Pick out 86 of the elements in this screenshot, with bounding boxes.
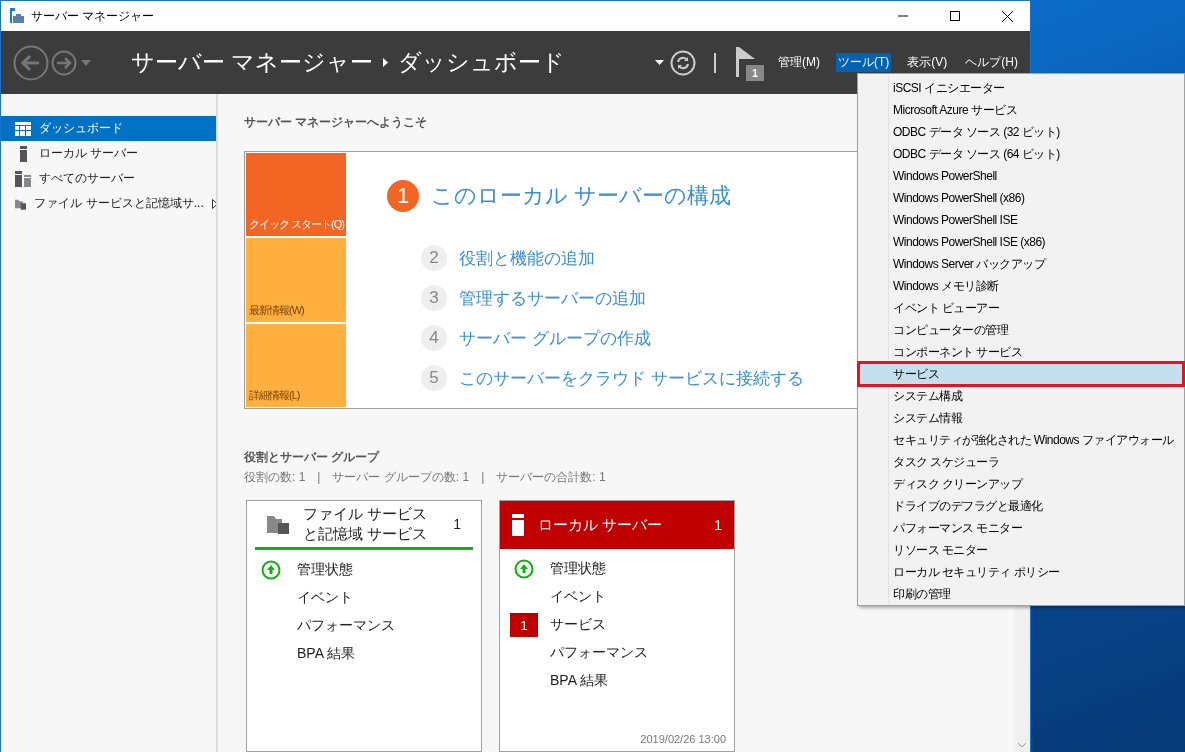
back-button[interactable] [13, 44, 49, 81]
sidebar-item[interactable]: すべてのサーバー [1, 166, 216, 191]
menu-item[interactable]: システム構成 [859, 385, 1183, 407]
role-card-count: 1 [453, 516, 461, 532]
step-link[interactable]: このサーバーをクラウド サービスに接続する [459, 366, 804, 390]
role-card-item[interactable]: イベント [550, 588, 606, 606]
step-number: 5 [421, 365, 447, 391]
roles-summary: 役割の数: 1 | サーバー グループの数: 1 | サーバーの合計数: 1 [244, 469, 606, 486]
menu-item[interactable]: コンピューターの管理 [859, 319, 1183, 341]
step-link[interactable]: 役割と機能の追加 [459, 246, 595, 270]
menu-item[interactable]: リソース モニター [859, 539, 1183, 561]
dashboard-grid-icon [15, 121, 31, 136]
role-card-item[interactable]: パフォーマンス [297, 617, 395, 635]
step-number: 2 [421, 245, 447, 271]
menu-item[interactable]: Windows メモリ診断 [859, 275, 1183, 297]
menu-item[interactable]: ODBC データ ソース (32 ビット) [859, 121, 1183, 143]
folder-icon [267, 514, 289, 534]
role-card-item[interactable]: BPA 結果 [550, 672, 609, 690]
sidebar-item-label: ファイル サービスと記憶域サ... [34, 195, 204, 212]
role-card-count: 1 [714, 517, 722, 533]
menu-bar-item[interactable]: ツール(T) [836, 53, 892, 72]
servers-icon [15, 170, 31, 187]
welcome-title: サーバー マネージャーへようこそ [244, 114, 428, 131]
dropdown-button[interactable] [655, 60, 664, 65]
roles-title: 役割とサーバー グループ [244, 449, 380, 466]
menu-item[interactable]: iSCSI イニシエーター [859, 77, 1183, 99]
quick-start-tile[interactable]: 最新情報(W) [246, 238, 346, 322]
close-icon [1001, 10, 1013, 22]
menu-item[interactable]: セキュリティが強化された Windows ファイアウォール [859, 429, 1183, 451]
menu-item[interactable]: Windows PowerShell ISE (x86) [859, 231, 1183, 253]
role-card-title: ローカル サーバー [538, 515, 664, 535]
role-card-item[interactable]: イベント [297, 589, 353, 607]
role-card-item[interactable]: サービス [550, 616, 606, 634]
step-number: 4 [421, 325, 447, 351]
role-card-item[interactable]: 管理状態 [550, 560, 606, 578]
scroll-down-icon [1018, 743, 1026, 748]
breadcrumb-item: ダッシュボード [398, 48, 566, 77]
role-card-header[interactable]: ローカル サーバー 1 [500, 501, 734, 549]
role-card-header[interactable]: ファイル サービスと記憶域 サービス 1 [255, 501, 473, 550]
refresh-button[interactable] [670, 49, 696, 76]
menu-bar-item[interactable]: 管理(M) [776, 53, 822, 72]
sidebar-item[interactable]: ダッシュボード [1, 116, 216, 141]
forward-button[interactable] [51, 49, 77, 76]
breadcrumb-separator-icon [383, 58, 389, 67]
step-number: 3 [421, 285, 447, 311]
role-card-item[interactable]: パフォーマンス [550, 644, 648, 662]
menu-item[interactable]: ODBC データ ソース (64 ビット) [859, 143, 1183, 165]
menu-item[interactable]: ドライブのデフラグと最適化 [859, 495, 1183, 517]
history-dropdown-button[interactable] [81, 59, 91, 66]
menu-item[interactable]: イベント ビューアー [859, 297, 1183, 319]
menu-item[interactable]: ディスク クリーンアップ [859, 473, 1183, 495]
menu-item[interactable]: Windows PowerShell ISE [859, 209, 1183, 231]
role-card-item[interactable]: 管理状態 [297, 561, 353, 579]
sidebar-item-label: ダッシュボード [39, 120, 123, 137]
menu-item[interactable]: ローカル セキュリティ ポリシー [859, 561, 1183, 583]
role-card-item[interactable]: BPA 結果 [297, 645, 356, 663]
menu-item[interactable]: パフォーマンス モニター [859, 517, 1183, 539]
sidebar-item[interactable]: ファイル サービスと記憶域サ... [1, 191, 216, 216]
breadcrumb-item: サーバー マネージャー [131, 48, 374, 77]
step-link[interactable]: 管理するサーバーの追加 [459, 286, 646, 310]
menu-item[interactable]: タスク スケジューラ [859, 451, 1183, 473]
menu-bar-item[interactable]: 表示(V) [905, 53, 950, 72]
notifications-flag-button[interactable]: 1 [734, 44, 764, 81]
menu-item[interactable]: Windows PowerShell [859, 165, 1183, 187]
menu-item[interactable]: 印刷の管理 [859, 583, 1183, 605]
menu-bar-item[interactable]: ヘルプ(H) [963, 53, 1020, 72]
maximize-icon [950, 11, 960, 21]
menu-item[interactable]: Windows PowerShell (x86) [859, 187, 1183, 209]
sidebar-item-label: ローカル サーバー [39, 145, 139, 162]
menu-item[interactable]: コンポーネント サービス [859, 341, 1183, 363]
menu-item[interactable]: Microsoft Azure サービス [859, 99, 1183, 121]
menu-item[interactable]: サービス [859, 363, 1183, 385]
alert-count-badge: 1 [510, 613, 538, 637]
sidebar-item[interactable]: ローカル サーバー [1, 141, 216, 166]
step-link[interactable]: サーバー グループの作成 [459, 326, 651, 350]
menu-item[interactable]: Windows Server バックアップ [859, 253, 1183, 275]
step-number: 1 [387, 180, 419, 212]
server-manager-icon [9, 8, 25, 24]
quick-start-tile[interactable]: 詳細情報(L) [246, 323, 346, 407]
menu-item[interactable]: システム情報 [859, 407, 1183, 429]
sidebar-item-label: すべてのサーバー [39, 170, 135, 187]
window-title: サーバー マネージャー [31, 7, 156, 25]
timestamp: 2019/02/26 13:00 [640, 733, 726, 745]
notification-count: 1 [750, 65, 760, 81]
role-card-title: ファイル サービスと記憶域 サービス [303, 504, 429, 544]
server-icon [512, 514, 524, 536]
